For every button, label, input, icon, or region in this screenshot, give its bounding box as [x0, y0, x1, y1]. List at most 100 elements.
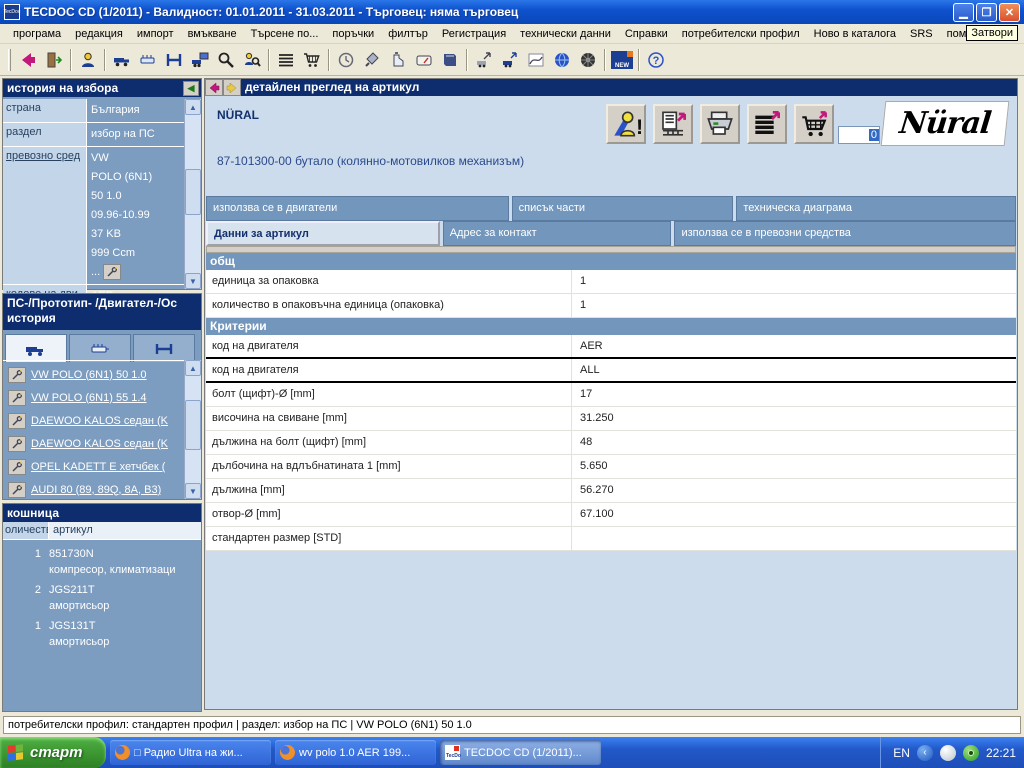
tab-списък части[interactable]: списък части [512, 196, 734, 221]
vehicle-tool-button[interactable] [8, 436, 26, 452]
toolbar-gauge-button[interactable] [411, 48, 437, 72]
table-row[interactable]: болт (щифт)-Ø [mm]17 [206, 383, 1016, 407]
table-row[interactable]: код на двигателяALL [206, 359, 1016, 383]
toolbar-diagram-button[interactable] [523, 48, 549, 72]
add-to-basket-button[interactable] [794, 104, 834, 144]
restore-button[interactable]: ❐ [976, 3, 997, 22]
toolbar-clock-button[interactable] [333, 48, 359, 72]
start-button[interactable]: старт [0, 737, 106, 768]
menu-редакция[interactable]: редакция [68, 26, 130, 42]
toolbar-oil-can-button[interactable] [385, 48, 411, 72]
basket-article-column-header[interactable]: артикул [49, 522, 201, 539]
taskbar-task[interactable]: wv polo 1.0 AER 199... [275, 740, 436, 765]
collapse-panel-button[interactable]: ◀ [183, 81, 199, 96]
scroll-up-icon[interactable]: ▲ [185, 99, 201, 115]
vehicle-link[interactable]: VW POLO (6N1) 55 1.4 [31, 392, 147, 404]
toolbar-axle-button[interactable] [161, 48, 187, 72]
menu-Регистрация[interactable]: Регистрация [435, 26, 513, 42]
toolbar-user-button[interactable] [75, 48, 101, 72]
language-indicator[interactable]: EN [893, 746, 910, 760]
table-row[interactable]: височина на свиване [mm]31.250 [206, 407, 1016, 431]
toolbar-vehicle-data-button[interactable] [497, 48, 523, 72]
tab-Адрес за контакт[interactable]: Адрес за контакт [443, 221, 672, 246]
toolbar-grip[interactable] [8, 49, 11, 71]
tab-техническа диаграма[interactable]: техническа диаграма [736, 196, 1016, 221]
table-row[interactable]: количество в опаковъчна единица (опаковк… [206, 294, 1016, 318]
vehicle-link[interactable]: OPEL KADETT E хетчбек ( [31, 461, 165, 473]
close-button[interactable]: ✕ [999, 3, 1020, 22]
scroll-thumb[interactable] [185, 169, 201, 215]
quantity-input[interactable]: 0 [838, 126, 880, 144]
toolbar-new-button[interactable]: NEW [609, 48, 635, 72]
vehicle-tool-button[interactable] [8, 413, 26, 429]
menu-SRS[interactable]: SRS [903, 26, 940, 42]
tab-използва се в превозни средства[interactable]: използва се в превозни средства [674, 221, 1016, 246]
table-row[interactable]: единица за опаковка1 [206, 270, 1016, 294]
toolbar-vehicle-export-button[interactable] [471, 48, 497, 72]
menu-импорт[interactable]: импорт [130, 26, 181, 42]
antivirus-icon[interactable] [963, 745, 979, 761]
tab-използва се в двигатели[interactable]: използва се в двигатели [206, 196, 509, 221]
tab-engine[interactable] [69, 334, 131, 362]
basket-qty-column-header[interactable]: оличеств [3, 522, 49, 539]
scroll-thumb[interactable] [185, 400, 201, 450]
minimize-button[interactable]: ▁ [953, 3, 974, 22]
basket-item[interactable]: 2JGS211Tамортисьор [3, 584, 201, 612]
menu-Търсене по...[interactable]: Търсене по... [244, 26, 326, 42]
tab-axle[interactable] [133, 334, 195, 362]
list-export-button[interactable] [747, 104, 787, 144]
scroll-down-icon[interactable]: ▼ [185, 483, 201, 499]
toolbar-vehicle-search-button[interactable] [187, 48, 213, 72]
scroll-down-icon[interactable]: ▼ [185, 273, 201, 289]
toolbar-exit-button[interactable] [41, 48, 67, 72]
taskbar-task[interactable]: TecDoTECDOC CD (1/2011)... [440, 740, 601, 765]
forward-button[interactable] [223, 79, 241, 96]
tab-vehicle[interactable] [5, 334, 67, 362]
toolbar-book-button[interactable] [437, 48, 463, 72]
history-scrollbar[interactable]: ▲ ▼ [184, 99, 201, 289]
table-row[interactable]: отвор-Ø [mm]67.100 [206, 503, 1016, 527]
tray-chevron-icon[interactable]: ‹ [917, 745, 933, 761]
table-row[interactable]: код на двигателяAER [206, 335, 1016, 359]
volume-icon[interactable] [940, 745, 956, 761]
toolbar-engine-button[interactable] [135, 48, 161, 72]
vehicle-tool-button[interactable] [8, 390, 26, 406]
menu-Справки[interactable]: Справки [618, 26, 675, 42]
menu-поръчки[interactable]: поръчки [325, 26, 381, 42]
basket-item[interactable]: 1851730Nкомпресор, климатизаци [3, 548, 201, 576]
toolbar-list-button[interactable] [273, 48, 299, 72]
menu-вмъкване[interactable]: вмъкване [181, 26, 244, 42]
table-row[interactable]: дължина [mm]56.270 [206, 479, 1016, 503]
table-row[interactable]: дълбочина на вдлъбнатината 1 [mm]5.650 [206, 455, 1016, 479]
table-row[interactable]: стандартен размер [STD] [206, 527, 1016, 551]
vehicle-link[interactable]: VW POLO (6N1) 50 1.0 [31, 369, 147, 381]
toolbar-wheel-button[interactable] [575, 48, 601, 72]
tab-Данни за артикул[interactable]: Данни за артикул [206, 221, 440, 246]
toolbar-magnifier-button[interactable] [213, 48, 239, 72]
table-row[interactable]: дължина на болт (щифт) [mm]48 [206, 431, 1016, 455]
vehicle-list-scrollbar[interactable]: ▲ ▼ [184, 360, 201, 499]
menu-Ново в каталога[interactable]: Ново в каталога [807, 26, 903, 42]
history-row-label[interactable]: превозно сред [3, 147, 87, 284]
menu-технически данни[interactable]: технически данни [513, 26, 618, 42]
article-export-button[interactable] [653, 104, 693, 144]
toolbar-spark-plug-button[interactable] [359, 48, 385, 72]
toolbar-globe-button[interactable] [549, 48, 575, 72]
supplier-info-button[interactable]: ! [606, 104, 646, 144]
toolbar-cart-button[interactable] [299, 48, 325, 72]
toolbar-back-button[interactable] [15, 48, 41, 72]
print-button[interactable] [700, 104, 740, 144]
vehicle-tool-button[interactable] [8, 459, 26, 475]
menu-потребителски профил[interactable]: потребителски профил [675, 26, 807, 42]
vehicle-tool-button[interactable] [8, 482, 26, 498]
vehicle-tool-button[interactable] [8, 367, 26, 383]
basket-item[interactable]: 1JGS131Tамортисьор [3, 620, 201, 648]
vehicle-link[interactable]: AUDI 80 (89, 89Q, 8A, B3) [31, 484, 161, 496]
vehicle-link[interactable]: DAEWOO KALOS седан (K [31, 438, 168, 450]
taskbar-task[interactable]: □ Радио Ultra на жи... [110, 740, 271, 765]
toolbar-vehicle-button[interactable] [109, 48, 135, 72]
vehicle-link[interactable]: DAEWOO KALOS седан (K [31, 415, 168, 427]
vehicle-details-button[interactable] [103, 264, 121, 280]
toolbar-person-search-button[interactable] [239, 48, 265, 72]
scroll-up-icon[interactable]: ▲ [185, 360, 201, 376]
